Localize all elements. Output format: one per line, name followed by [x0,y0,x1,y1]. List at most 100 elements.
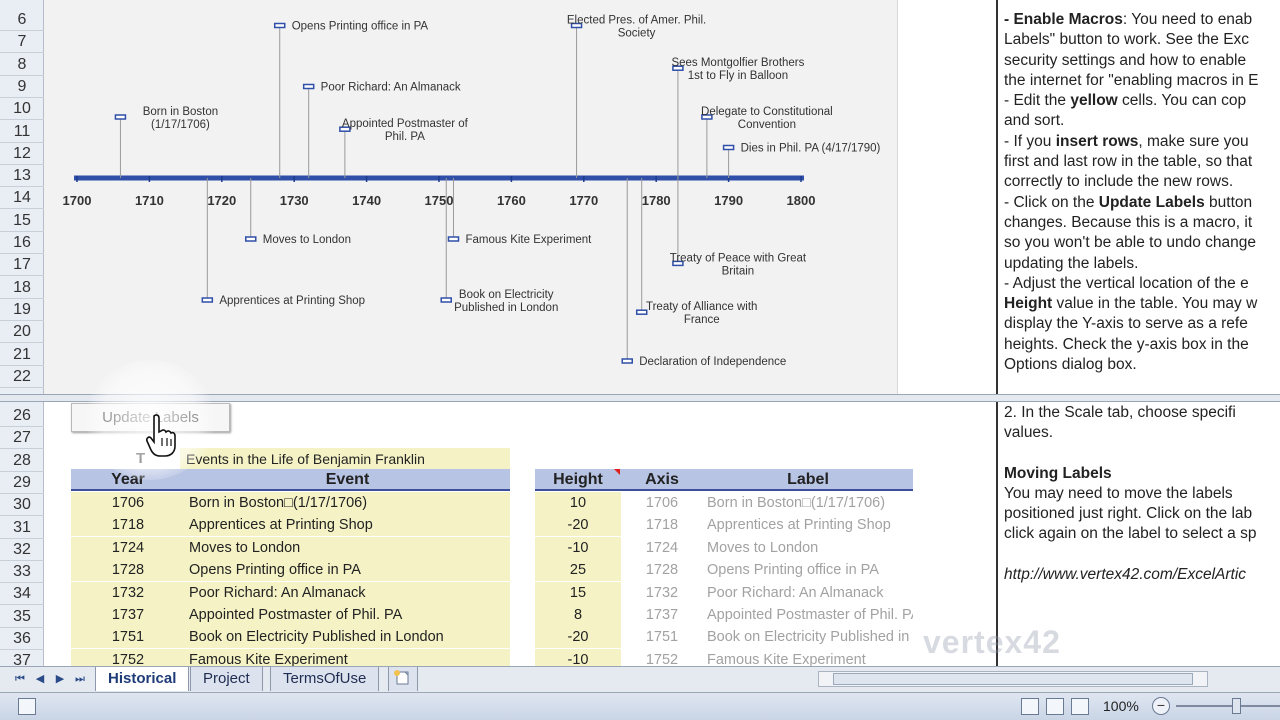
event-label[interactable]: Declaration of Independence [639,356,786,368]
table-cell-year[interactable]: 1724 [71,536,185,559]
event-label[interactable]: Elected Pres. of Amer. Phil. Society [567,15,706,40]
event-marker[interactable] [722,144,735,151]
table-cell-label[interactable]: Born in Boston□(1/17/1706) [703,492,913,514]
table-cell-axis[interactable]: 1737 [621,604,703,626]
event-label[interactable]: Treaty of Alliance with France [646,301,757,326]
zoom-slider[interactable] [1176,705,1280,707]
horizontal-scrollbar[interactable] [818,671,1208,687]
header-year[interactable]: Year [71,469,185,491]
row-header[interactable]: 21 [0,344,44,366]
row-header[interactable]: 32 [0,539,44,561]
event-marker[interactable] [447,236,460,242]
note-url[interactable]: http://www.vertex42.com/ExcelArtic [998,565,1280,585]
row-header[interactable]: 9 [0,76,44,98]
row-header[interactable]: 34 [0,583,44,606]
event-label[interactable]: Famous Kite Experiment [465,234,592,246]
row-header[interactable]: 10 [0,98,44,121]
row-header[interactable]: 22 [0,366,44,388]
event-marker[interactable] [114,114,127,120]
table-cell-event[interactable]: Moves to London [185,536,510,559]
page-break-preview-icon[interactable] [1071,698,1089,715]
table-cell-year[interactable]: 1718 [71,514,185,537]
header-axis[interactable]: Axis [621,469,703,491]
event-label[interactable]: Moves to London [263,234,351,246]
tab-historical[interactable]: Historical [95,667,190,691]
row-header[interactable]: 13 [0,165,44,188]
row-header[interactable]: 16 [0,232,44,254]
table-cell-label[interactable]: Opens Printing office in PA [703,559,913,581]
zoom-slider-thumb[interactable] [1232,698,1241,714]
tab-project[interactable]: Project [190,667,263,691]
row-header[interactable]: 26 [0,405,44,427]
table-cell-axis[interactable]: 1706 [621,492,703,514]
event-label[interactable]: Apprentices at Printing Shop [219,295,365,307]
table-cell-event[interactable]: Born in Boston□(1/17/1706) [185,492,510,514]
event-marker[interactable] [201,297,214,303]
row-header[interactable]: 36 [0,628,44,650]
row-header[interactable]: 6 [0,9,44,31]
row-header[interactable]: 17 [0,254,44,277]
table-cell-axis[interactable]: 1718 [621,514,703,536]
table-cell-label[interactable]: Book on Electricity Published in Lo [703,626,913,648]
scrollbar-thumb[interactable] [833,673,1193,685]
event-label[interactable]: Book on Electricity Published in London [454,289,558,314]
table-cell-height[interactable]: -10 [535,536,621,559]
event-marker[interactable] [302,83,315,90]
table-cell-year[interactable]: 1737 [71,604,185,626]
row-header[interactable]: 15 [0,210,44,232]
prev-sheet-icon[interactable]: ◀ [32,670,48,688]
comment-indicator-icon[interactable] [614,469,620,475]
table-cell-label[interactable]: Moves to London [703,537,913,559]
table-cell-event[interactable]: Opens Printing office in PA [185,559,510,582]
table-cell-height[interactable]: 10 [535,492,621,514]
header-label[interactable]: Label [703,469,913,491]
row-header[interactable]: 14 [0,187,44,210]
event-label[interactable]: Dies in Phil. PA (4/17/1790) [741,143,881,155]
table-cell-height[interactable]: 25 [535,559,621,582]
table-cell-year[interactable]: 1706 [71,492,185,514]
row-header[interactable]: 8 [0,54,44,76]
row-header[interactable]: 28 [0,450,44,472]
event-label[interactable]: Opens Printing office in PA [292,21,429,33]
row-header[interactable]: 11 [0,121,44,143]
last-sheet-icon[interactable]: ⏭ [72,670,88,688]
header-event[interactable]: Event [185,469,510,491]
table-cell-axis[interactable]: 1724 [621,537,703,559]
row-header[interactable]: 27 [0,427,44,450]
top-pane-blank-cells[interactable] [898,0,998,394]
event-label[interactable]: Appointed Postmaster of Phil. PA [342,118,469,143]
table-cell-event[interactable]: Appointed Postmaster of Phil. PA [185,604,510,626]
table-cell-label[interactable]: Appointed Postmaster of Phil. PA [703,604,913,626]
timeline-chart[interactable]: 1700 1710 1720 1730 1740 1750 1760 1770 1780 1790… [44,0,898,394]
row-header[interactable]: 19 [0,299,44,321]
row-header[interactable]: 20 [0,321,44,344]
event-marker[interactable] [440,297,452,303]
zoom-level[interactable]: 100% [1103,698,1139,714]
table-cell-label[interactable]: Poor Richard: An Almanack [703,582,913,604]
pane-split-horizontal[interactable] [0,394,1280,402]
table-cell-height[interactable]: 8 [535,604,621,626]
table-cell-height[interactable]: 15 [535,581,621,604]
table-cell-axis[interactable]: 1732 [621,582,703,604]
event-label[interactable]: Treaty of Peace with Great Britain [670,252,807,277]
row-header[interactable]: 35 [0,606,44,628]
zoom-out-icon[interactable]: − [1152,697,1170,715]
row-header[interactable]: 30 [0,494,44,517]
row-header[interactable]: 31 [0,517,44,539]
table-cell-height[interactable]: -20 [535,626,621,649]
header-height[interactable]: Height [535,469,621,491]
table-cell-event[interactable]: Book on Electricity Published in London [185,626,510,649]
row-header[interactable]: 12 [0,143,44,165]
table-cell-event[interactable]: Poor Richard: An Almanack [185,581,510,604]
table-cell-year[interactable]: 1751 [71,626,185,649]
row-header[interactable]: 18 [0,277,44,299]
event-label[interactable]: Born in Boston (1/17/1706) [143,106,218,131]
page-layout-icon[interactable] [1046,698,1064,715]
table-cell-axis[interactable]: 1728 [621,559,703,581]
event-label[interactable]: Delegate to Constitutional Convention [701,106,833,131]
next-sheet-icon[interactable]: ▶ [52,670,68,688]
event-label[interactable]: Poor Richard: An Almanack [321,82,461,94]
event-marker[interactable] [245,236,257,242]
table-cell-year[interactable]: 1732 [71,581,185,604]
row-header[interactable]: 33 [0,561,44,584]
